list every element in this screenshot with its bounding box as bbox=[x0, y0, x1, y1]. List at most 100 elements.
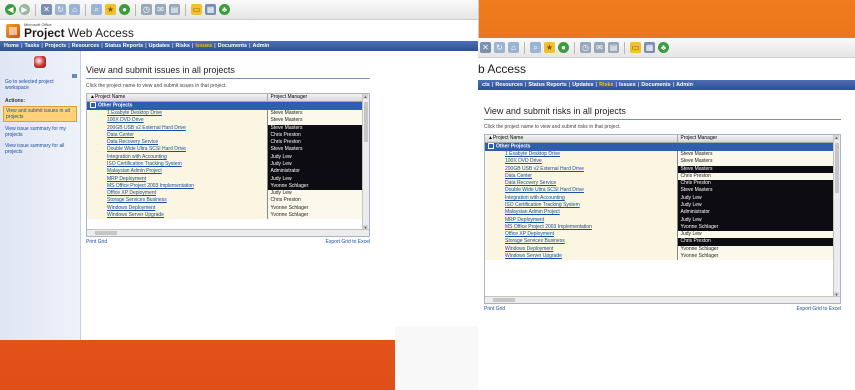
scroll-thumb[interactable] bbox=[835, 143, 839, 193]
project-name-link[interactable]: 100X DVD Drive bbox=[485, 158, 677, 166]
project-name-link[interactable]: Double Wide Ultra SCSI Hard Drive bbox=[87, 146, 267, 154]
nav-tab-issues[interactable]: Issues bbox=[195, 43, 212, 49]
nav-tab-projects[interactable]: Projects bbox=[45, 43, 66, 49]
project-name-link[interactable]: Double Wide Ultra SCSI Hard Drive bbox=[485, 187, 677, 195]
project-name-link[interactable]: 200GB USB v2 External Hard Drive bbox=[87, 124, 267, 132]
history-icon[interactable]: ◷ bbox=[580, 42, 591, 53]
nav-tab-admin[interactable]: Admin bbox=[676, 82, 693, 88]
nav-tab-cts[interactable]: cts bbox=[482, 82, 490, 88]
project-name-link[interactable]: Integration with Accounting bbox=[87, 153, 267, 161]
search-icon[interactable]: ⌕ bbox=[530, 42, 541, 53]
export-grid-link[interactable]: Export Grid to Excel bbox=[797, 306, 841, 312]
media-icon[interactable]: ● bbox=[558, 42, 569, 53]
refresh-icon[interactable]: ↻ bbox=[55, 4, 66, 15]
nav-tab-status-reports[interactable]: Status Reports bbox=[528, 82, 566, 88]
hscroll-thumb[interactable] bbox=[493, 298, 515, 302]
project-name-link[interactable]: Data Recovery Service bbox=[87, 139, 267, 147]
project-name-link[interactable]: Windows Server Upgrade bbox=[87, 212, 267, 220]
folder-icon[interactable]: ▭ bbox=[630, 42, 641, 53]
grid-vertical-scrollbar[interactable]: ▲ ▼ bbox=[362, 94, 369, 230]
nav-tab-status-reports[interactable]: Status Reports bbox=[105, 43, 143, 49]
nav-tab-risks[interactable]: Risks bbox=[175, 43, 189, 49]
grid-horizontal-scrollbar[interactable] bbox=[485, 296, 840, 303]
project-name-link[interactable]: MS Office Project 2003 Implementation bbox=[87, 182, 267, 191]
stop-icon[interactable]: ✕ bbox=[480, 42, 491, 53]
collapse-icon[interactable] bbox=[488, 143, 494, 150]
sidebar-action-my-issue-summary[interactable]: View issue summary for my projects bbox=[0, 125, 80, 139]
project-name-link[interactable]: Data Center bbox=[87, 131, 267, 140]
project-name-link[interactable]: ISO Certification Tracking System bbox=[87, 161, 267, 169]
sidebar-action-submit-issues[interactable]: View and submit issues in all projects bbox=[3, 106, 77, 122]
nav-tab-documents[interactable]: Documents bbox=[641, 82, 670, 88]
project-name-link[interactable]: Storage Services Business bbox=[87, 197, 267, 205]
project-name-link[interactable]: Office XP Deployment bbox=[87, 190, 267, 198]
project-name-link[interactable]: Malaysian Admin Project bbox=[485, 209, 677, 217]
group-row[interactable]: Other Projects bbox=[87, 101, 369, 110]
export-grid-link[interactable]: Export Grid to Excel bbox=[326, 239, 370, 245]
project-name-link[interactable]: 100X DVD Drive bbox=[87, 117, 267, 125]
scroll-up-icon[interactable]: ▲ bbox=[834, 135, 839, 140]
nav-tab-home[interactable]: Home bbox=[4, 43, 19, 49]
favorites-icon[interactable]: ★ bbox=[105, 4, 116, 15]
project-name-link[interactable]: 200GB USB v2 External Hard Drive bbox=[485, 165, 677, 173]
home-icon[interactable]: ⌂ bbox=[508, 42, 519, 53]
print-grid-link[interactable]: Print Grid bbox=[484, 306, 505, 312]
project-name-link[interactable]: Windows Deployment bbox=[485, 245, 677, 254]
research-icon[interactable]: ♣ bbox=[658, 42, 669, 53]
print-icon[interactable]: ▤ bbox=[169, 4, 180, 15]
project-name-link[interactable]: MRP Deployment bbox=[87, 175, 267, 183]
grid-vertical-scrollbar[interactable]: ▲ ▼ bbox=[833, 135, 840, 297]
history-icon[interactable]: ◷ bbox=[141, 4, 152, 15]
col-header-project[interactable]: ▲Project Name bbox=[485, 135, 678, 144]
refresh-icon[interactable]: ↻ bbox=[494, 42, 505, 53]
scroll-up-icon[interactable]: ▲ bbox=[363, 94, 368, 99]
nav-tab-issues[interactable]: Issues bbox=[619, 82, 636, 88]
project-name-link[interactable]: Data Center bbox=[485, 172, 677, 181]
project-name-link[interactable]: Integration with Accounting bbox=[485, 194, 677, 202]
media-icon[interactable]: ● bbox=[119, 4, 130, 15]
nav-tab-admin[interactable]: Admin bbox=[253, 43, 270, 49]
nav-tab-updates[interactable]: Updates bbox=[572, 82, 593, 88]
favorites-icon[interactable]: ★ bbox=[544, 42, 555, 53]
back-icon[interactable]: ◀ bbox=[5, 4, 16, 15]
project-name-link[interactable]: Office XP Deployment bbox=[485, 231, 677, 239]
search-icon[interactable]: ⌕ bbox=[91, 4, 102, 15]
sidebar-action-all-issue-summary[interactable]: View issue summary for all projects bbox=[0, 142, 80, 156]
mail-icon[interactable]: ✉ bbox=[594, 42, 605, 53]
project-name-link[interactable]: Data Recovery Service bbox=[485, 180, 677, 188]
print-icon[interactable]: ▤ bbox=[608, 42, 619, 53]
messenger-icon[interactable]: ▦ bbox=[644, 42, 655, 53]
stop-icon[interactable]: ✕ bbox=[41, 4, 52, 15]
col-header-manager[interactable]: Project Manager bbox=[267, 94, 369, 103]
nav-tab-documents[interactable]: Documents bbox=[218, 43, 247, 49]
project-name-link[interactable]: 1 Exabyte Desktop Drive bbox=[485, 150, 677, 159]
project-name-link[interactable]: 1 Exabyte Desktop Drive bbox=[87, 109, 267, 118]
hscroll-thumb[interactable] bbox=[95, 231, 117, 235]
collapse-icon[interactable] bbox=[90, 102, 96, 109]
mail-icon[interactable]: ✉ bbox=[155, 4, 166, 15]
project-name-link[interactable]: Windows Server Upgrade bbox=[485, 253, 677, 261]
project-name-link[interactable]: Storage Services Business bbox=[485, 238, 677, 246]
project-name-link[interactable]: Malaysian Admin Project bbox=[87, 168, 267, 176]
messenger-icon[interactable]: ▦ bbox=[205, 4, 216, 15]
project-name-link[interactable]: MRP Deployment bbox=[485, 216, 677, 224]
project-name-link[interactable]: Windows Deployment bbox=[87, 204, 267, 213]
goto-workspace-link[interactable]: Go to selected project workspace bbox=[0, 78, 80, 92]
grid-horizontal-scrollbar[interactable] bbox=[87, 229, 369, 236]
folder-icon[interactable]: ▭ bbox=[191, 4, 202, 15]
print-grid-link[interactable]: Print Grid bbox=[86, 239, 107, 245]
nav-tab-resources[interactable]: Resources bbox=[72, 43, 100, 49]
home-icon[interactable]: ⌂ bbox=[69, 4, 80, 15]
nav-tab-tasks[interactable]: Tasks bbox=[25, 43, 40, 49]
group-row[interactable]: Other Projects bbox=[485, 142, 840, 151]
col-header-project[interactable]: ▲Project Name bbox=[87, 94, 268, 103]
forward-icon[interactable]: ▶ bbox=[19, 4, 30, 15]
project-name-link[interactable]: ISO Certification Tracking System bbox=[485, 202, 677, 210]
sidebar-expand-icon[interactable] bbox=[72, 74, 77, 78]
scroll-thumb[interactable] bbox=[364, 102, 368, 142]
nav-tab-resources[interactable]: Resources bbox=[495, 82, 523, 88]
col-header-manager[interactable]: Project Manager bbox=[677, 135, 840, 144]
research-icon[interactable]: ♣ bbox=[219, 4, 230, 15]
nav-tab-risks[interactable]: Risks bbox=[599, 82, 613, 88]
nav-tab-updates[interactable]: Updates bbox=[149, 43, 170, 49]
